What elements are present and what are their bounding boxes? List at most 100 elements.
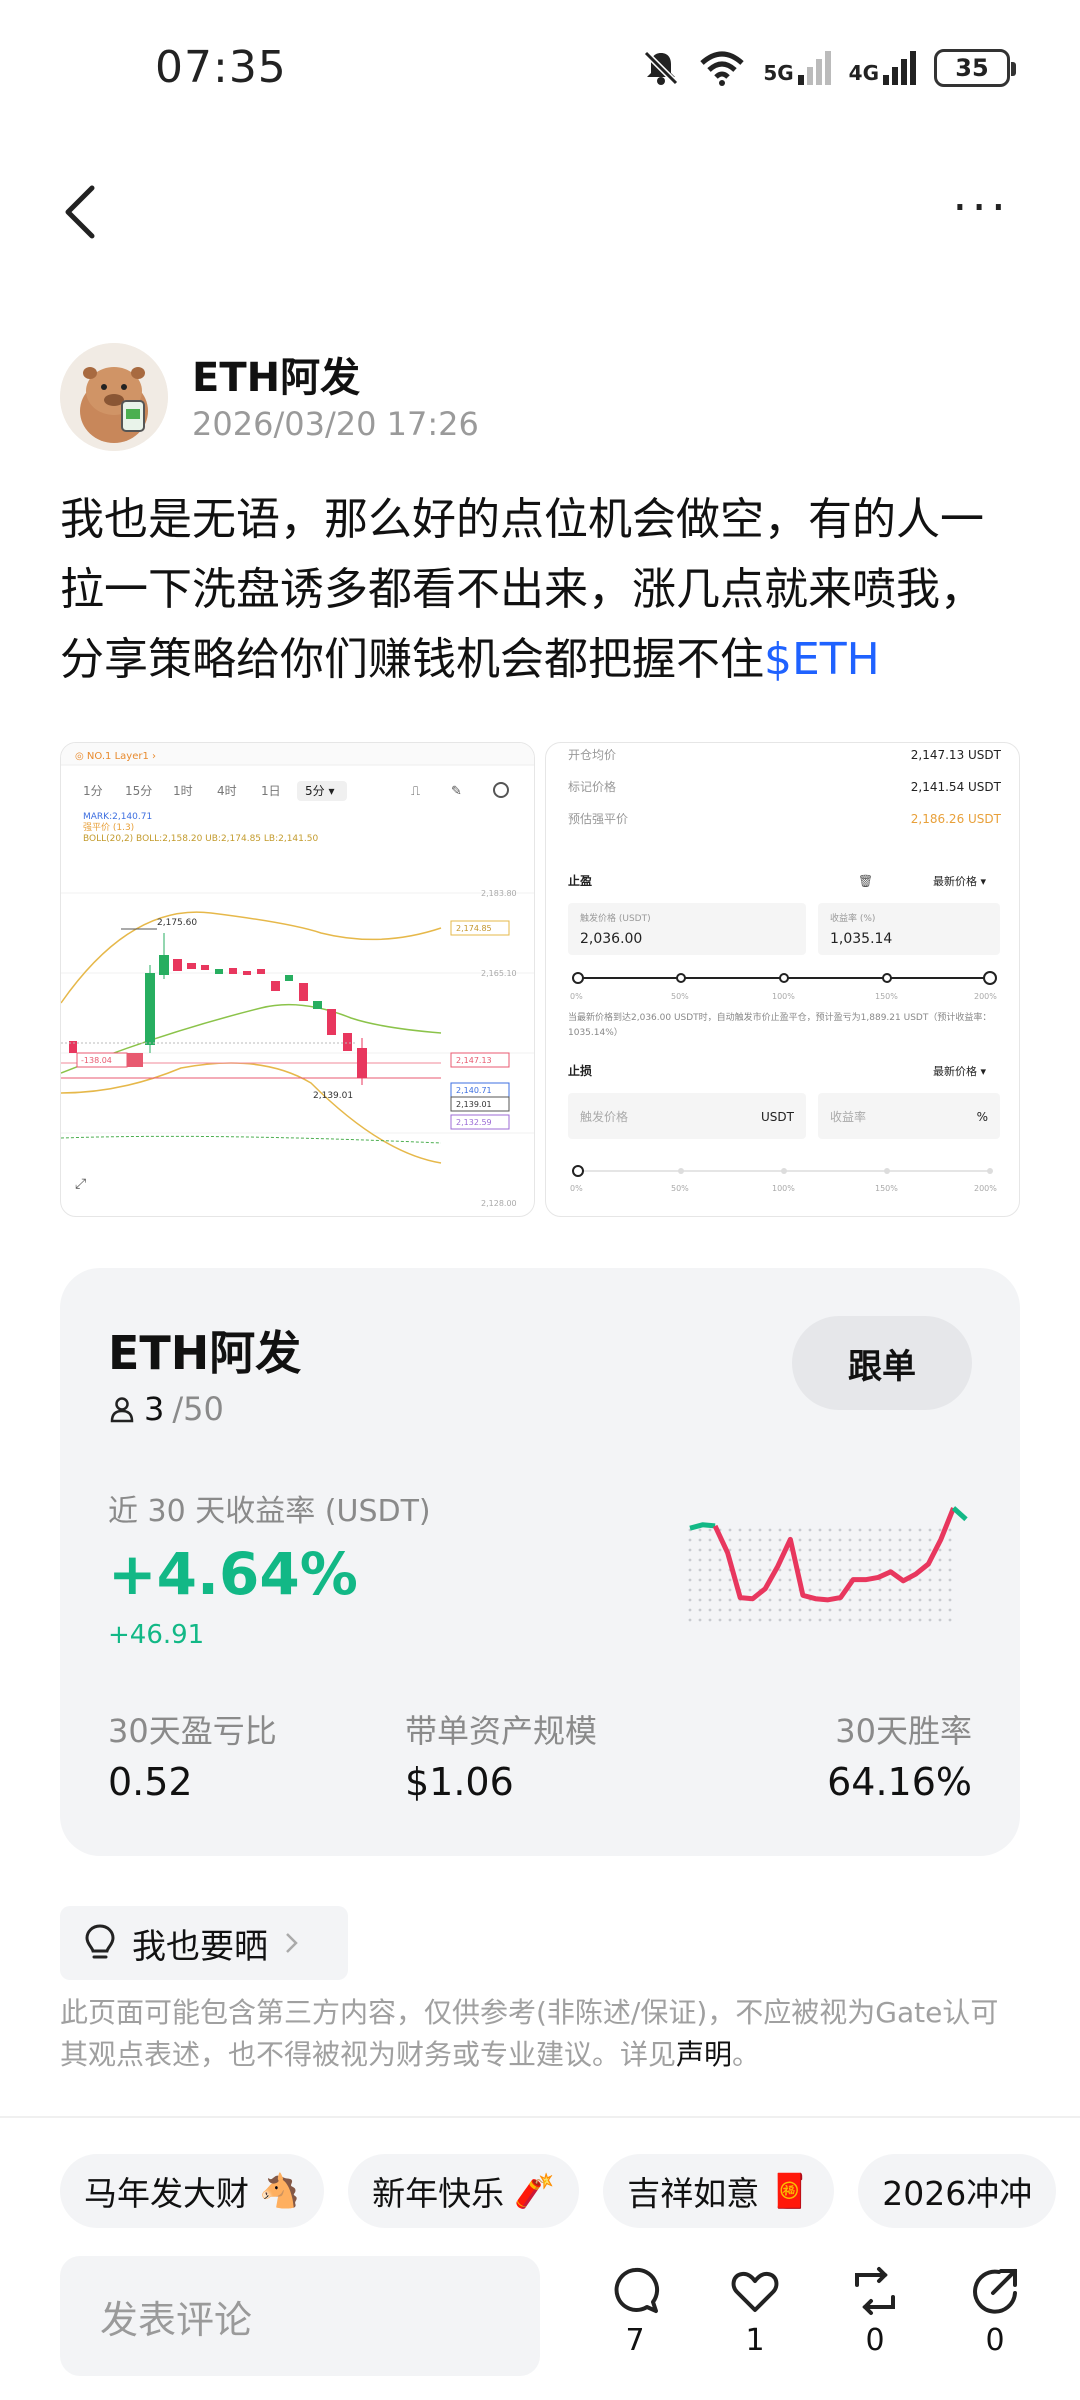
sparkline-grid-dot: [748, 1558, 752, 1562]
sparkline-grid-dot: [768, 1538, 772, 1542]
chip-item[interactable]: 吉祥如意 🧧: [603, 2154, 835, 2228]
sparkline-grid-dot: [688, 1538, 692, 1542]
chip-item[interactable]: 新年快乐 🧨: [348, 2154, 580, 2228]
share-pnl-button[interactable]: 我也要晒: [60, 1906, 348, 1980]
comment-action[interactable]: 7: [595, 2265, 675, 2358]
quick-reply-chips: 马年发大财 🐴 新年快乐 🧨 吉祥如意 🧧 2026冲冲: [60, 2154, 1057, 2228]
low-label: 2,139.01: [313, 1091, 353, 1101]
red-envelope-icon: 🧧: [769, 2171, 811, 2210]
sparkline-grid-dot: [838, 1528, 842, 1532]
chip-item[interactable]: 2026冲冲: [858, 2154, 1057, 2228]
tp-roi-value: 1,035.14: [830, 931, 892, 947]
sparkline-grid-dot: [808, 1568, 812, 1572]
sl-trigger-placeholder: 触发价格: [580, 1109, 628, 1124]
disclaimer-end: 。: [732, 2038, 761, 2071]
axis-label: 2,128.00: [481, 1199, 517, 1208]
sparkline-grid-dot: [748, 1568, 752, 1572]
mute-bell-icon: [644, 50, 679, 86]
slider-tick: 50%: [671, 1184, 689, 1193]
sparkline-grid-dot: [778, 1608, 782, 1612]
tf-5m: 5分 ▾: [305, 784, 334, 798]
sparkline-grid-dot: [768, 1588, 772, 1592]
slider-tick: 100%: [772, 1184, 795, 1193]
wifi-icon: [700, 51, 744, 86]
more-options-icon[interactable]: ···: [952, 184, 1010, 232]
roi-sparkline: [688, 1506, 968, 1622]
sparkline-grid-dot: [888, 1618, 892, 1622]
comment-input[interactable]: 发表评论: [60, 2256, 540, 2376]
stat-aum-label: 带单资产规模: [405, 1712, 598, 1750]
sparkline-grid-dot: [798, 1558, 802, 1562]
author-name[interactable]: ETH阿发: [192, 345, 360, 403]
chip-label: 吉祥如意: [627, 2174, 760, 2213]
sparkline-grid-dot: [688, 1598, 692, 1602]
sparkline-grid-dot: [708, 1588, 712, 1592]
sparkline-grid-dot: [948, 1568, 952, 1572]
sparkline-grid-dot: [868, 1618, 872, 1622]
slider-tick: 50%: [671, 992, 689, 1001]
sparkline-grid-dot: [938, 1608, 942, 1612]
sparkline-grid-dot: [788, 1528, 792, 1532]
avatar[interactable]: [60, 343, 168, 451]
sparkline-grid-dot: [818, 1548, 822, 1552]
sparkline-grid-dot: [848, 1598, 852, 1602]
sparkline-grid-dot: [688, 1558, 692, 1562]
chevron-right-icon: [286, 1933, 298, 1953]
sparkline-grid-dot: [948, 1538, 952, 1542]
eth-ticker-link[interactable]: $ETH: [764, 634, 880, 685]
sparkline-grid-dot: [688, 1568, 692, 1572]
chip-label: 2026冲冲: [882, 2174, 1033, 2213]
sparkline-grid-dot: [898, 1598, 902, 1602]
sparkline-grid-dot: [758, 1538, 762, 1542]
post-image-tpsl[interactable]: 开仓均价 2,147.13 USDT 标记价格 2,141.54 USDT 预估…: [545, 742, 1020, 1217]
sparkline-grid-dot: [918, 1578, 922, 1582]
sparkline-grid-dot: [868, 1608, 872, 1612]
sparkline-grid-dot: [758, 1618, 762, 1622]
chip-item[interactable]: 马年发大财 🐴: [60, 2154, 325, 2228]
sparkline-grid-dot: [918, 1598, 922, 1602]
back-arrow-icon[interactable]: [60, 182, 100, 242]
sparkline-grid-dot: [728, 1598, 732, 1602]
sparkline-grid-dot: [748, 1578, 752, 1582]
sl-unit: USDT: [761, 1110, 795, 1124]
sparkline-grid-dot: [828, 1538, 832, 1542]
sparkline-grid-dot: [818, 1568, 822, 1572]
sparkline-grid-dot: [858, 1538, 862, 1542]
sparkline-grid-dot: [728, 1538, 732, 1542]
repost-icon: [855, 2267, 895, 2315]
slider-tick: 100%: [772, 992, 795, 1001]
post-image-chart[interactable]: ◎ NO.1 Layer1 › 1分 15分 1时 4时 1日 5分 ▾ ⎍ ✎…: [60, 742, 535, 1217]
like-action[interactable]: 1: [715, 2265, 795, 2358]
sparkline-grid-dot: [848, 1538, 852, 1542]
sparkline-grid-dot: [698, 1568, 702, 1572]
sparkline-grid-dot: [928, 1548, 932, 1552]
sparkline-grid-dot: [928, 1618, 932, 1622]
post-body: 我也是无语，那么好的点位机会做空，有的人一拉一下洗盘诱多都看不出来，涨几点就来喷…: [60, 485, 1020, 695]
sparkline-grid-dot: [718, 1568, 722, 1572]
repost-count: 0: [865, 2323, 885, 2358]
sparkline-grid-dot: [888, 1588, 892, 1592]
sparkline-grid-dot: [708, 1528, 712, 1532]
sparkline-grid-dot: [788, 1588, 792, 1592]
sparkline-grid-dot: [818, 1578, 822, 1582]
sparkline-grid-dot: [688, 1608, 692, 1612]
copy-trade-button[interactable]: 跟单: [792, 1316, 972, 1410]
disclaimer-link[interactable]: 声明: [676, 2038, 732, 2071]
sparkline-grid-dot: [898, 1588, 902, 1592]
heart-icon: [731, 2271, 779, 2312]
sparkline-grid-dot: [718, 1578, 722, 1582]
sparkline-grid-dot: [748, 1588, 752, 1592]
price-tag: 2,139.01: [456, 1100, 492, 1109]
follower-count: 3/50: [108, 1390, 224, 1428]
sparkline-grid-dot: [738, 1558, 742, 1562]
price-tag: 2,174.85: [456, 924, 492, 933]
sparkline-grid-dot: [898, 1558, 902, 1562]
slider-tick: 150%: [875, 1184, 898, 1193]
sparkline-grid-dot: [808, 1528, 812, 1532]
sparkline-grid-dot: [948, 1548, 952, 1552]
sparkline-grid-dot: [888, 1578, 892, 1582]
sparkline-grid-dot: [818, 1618, 822, 1622]
sparkline-grid-dot: [708, 1558, 712, 1562]
share-action[interactable]: 0: [955, 2265, 1035, 2358]
repost-action[interactable]: 0: [835, 2265, 915, 2358]
